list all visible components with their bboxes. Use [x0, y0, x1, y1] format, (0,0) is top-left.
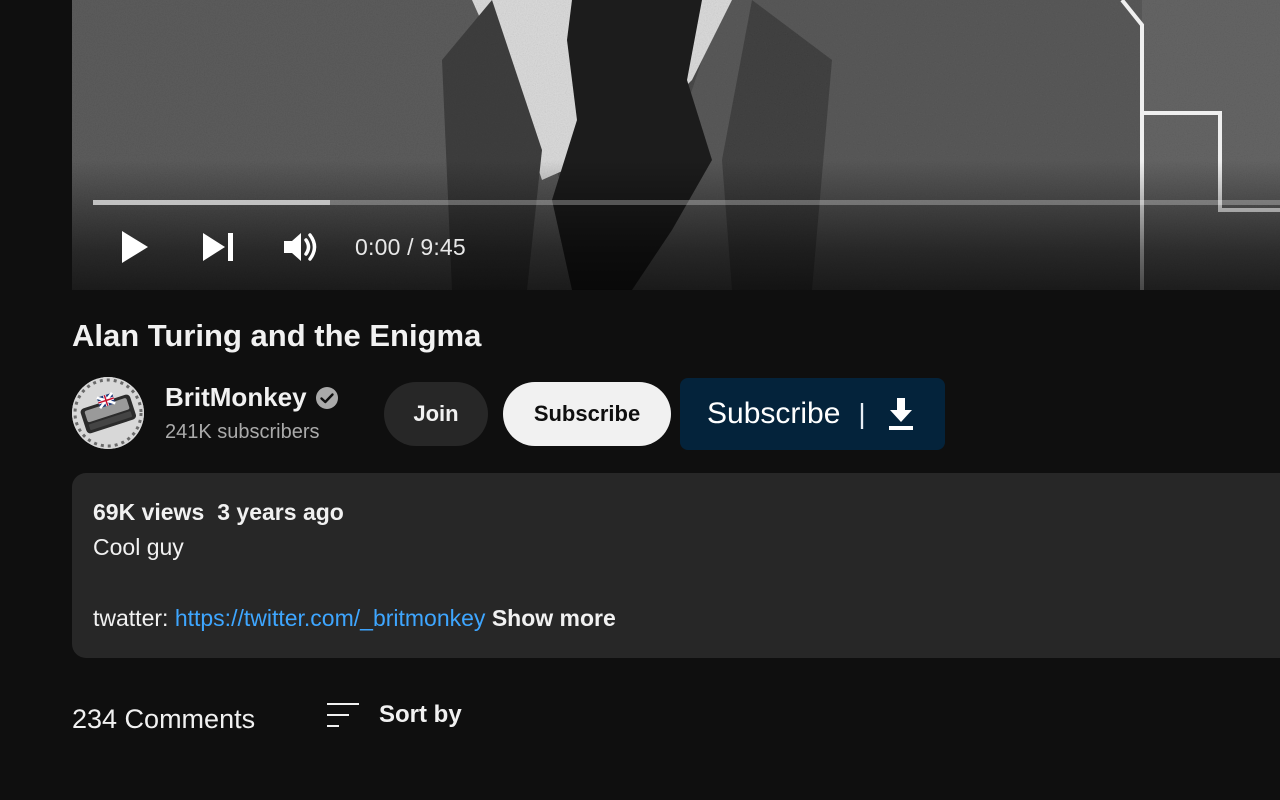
sort-label: Sort by	[379, 701, 462, 728]
avatar-image	[72, 377, 144, 449]
play-icon	[122, 231, 148, 263]
sort-by-button[interactable]: Sort by	[325, 700, 462, 730]
download-icon	[888, 398, 913, 430]
upload-age: 3 years ago	[217, 499, 344, 525]
sort-icon	[327, 703, 359, 727]
show-more-button[interactable]: Show more	[492, 605, 616, 631]
extension-separator: |	[858, 398, 866, 429]
twitter-link[interactable]: https://twitter.com/_britmonkey	[175, 605, 486, 631]
comments-count: 234 Comments	[72, 704, 256, 734]
progress-buffered	[93, 200, 331, 205]
verified-check-icon	[315, 386, 338, 409]
channel-info: BritMonkey	[165, 382, 339, 413]
subscribe-button[interactable]: Subscribe	[503, 382, 671, 446]
extension-subscribe-button[interactable]: Subscribe |	[680, 378, 945, 450]
subscriber-count: 241K subscribers	[165, 421, 320, 443]
volume-button[interactable]	[277, 222, 325, 272]
description-text: Cool guy	[93, 534, 184, 560]
watch-page: 0:00 / 9:45 Alan Turing and the Enigma B…	[0, 0, 1280, 800]
link-prefix: twatter:	[93, 605, 175, 631]
next-icon	[203, 233, 233, 261]
description-box[interactable]: 69K views 3 years ago Cool guy twatter: h…	[72, 473, 1280, 658]
play-button[interactable]	[110, 222, 158, 272]
volume-icon	[284, 233, 317, 261]
next-button[interactable]	[194, 222, 242, 272]
controls-gradient	[72, 160, 1280, 290]
view-count: 69K views	[93, 499, 205, 525]
time-display: 0:00 / 9:45	[355, 234, 466, 260]
progress-bar[interactable]	[93, 200, 1280, 205]
description-link-line: twatter: https://twitter.com/_britmonkey…	[93, 605, 616, 632]
description-meta: 69K views 3 years ago	[93, 499, 344, 526]
video-title: Alan Turing and the Enigma	[72, 318, 482, 353]
video-player[interactable]: 0:00 / 9:45	[72, 0, 1280, 290]
channel-name[interactable]: BritMonkey	[165, 382, 307, 413]
extension-subscribe-label: Subscribe	[707, 397, 841, 430]
channel-avatar[interactable]	[72, 377, 144, 449]
join-button[interactable]: Join	[384, 382, 488, 446]
